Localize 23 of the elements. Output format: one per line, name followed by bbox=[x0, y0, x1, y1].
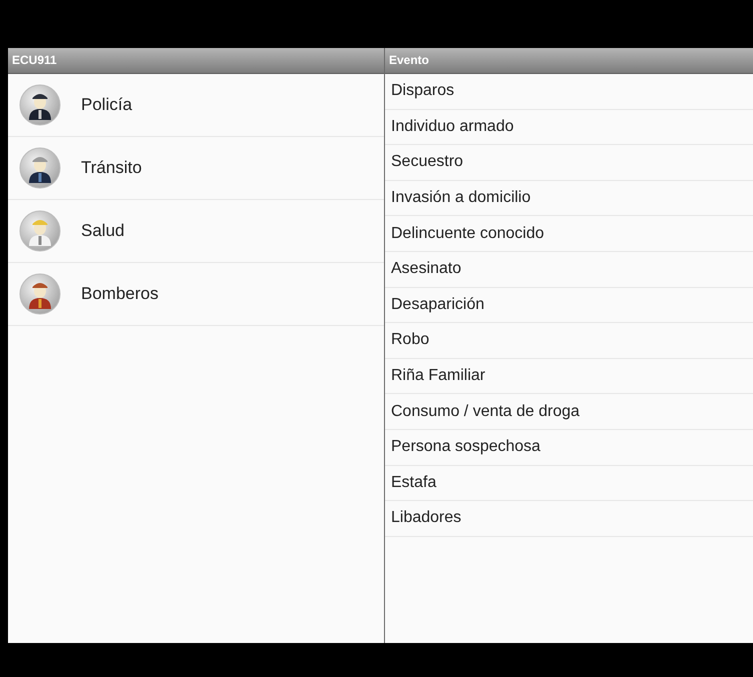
panel-header: ECU911 bbox=[8, 48, 384, 74]
service-item[interactable]: Bomberos bbox=[8, 263, 384, 326]
panel-header: Evento bbox=[385, 48, 753, 74]
event-item[interactable]: Riña Familiar bbox=[385, 358, 753, 394]
event-item[interactable]: Invasión a domicilio bbox=[385, 180, 753, 216]
event-item[interactable]: Robo bbox=[385, 323, 753, 359]
event-item[interactable]: Secuestro bbox=[385, 145, 753, 181]
service-item[interactable]: Policía bbox=[8, 74, 384, 137]
event-item[interactable]: Desaparición bbox=[385, 288, 753, 324]
event-item[interactable]: Asesinato bbox=[385, 252, 753, 288]
event-item[interactable]: Individuo armado bbox=[385, 110, 753, 146]
event-item[interactable]: Estafa bbox=[385, 466, 753, 502]
service-item[interactable]: Tránsito bbox=[8, 137, 384, 200]
event-item[interactable]: Delincuente conocido bbox=[385, 216, 753, 252]
service-item[interactable]: Salud bbox=[8, 200, 384, 263]
person-avatar-icon bbox=[19, 147, 61, 189]
event-item[interactable]: Consumo / venta de droga bbox=[385, 394, 753, 430]
event-item[interactable]: Disparos bbox=[385, 74, 753, 110]
event-item[interactable]: Libadores bbox=[385, 501, 753, 537]
person-avatar-icon bbox=[19, 210, 61, 252]
person-avatar-icon bbox=[19, 273, 61, 315]
event-item[interactable]: Persona sospechosa bbox=[385, 430, 753, 466]
person-avatar-icon bbox=[19, 84, 61, 126]
